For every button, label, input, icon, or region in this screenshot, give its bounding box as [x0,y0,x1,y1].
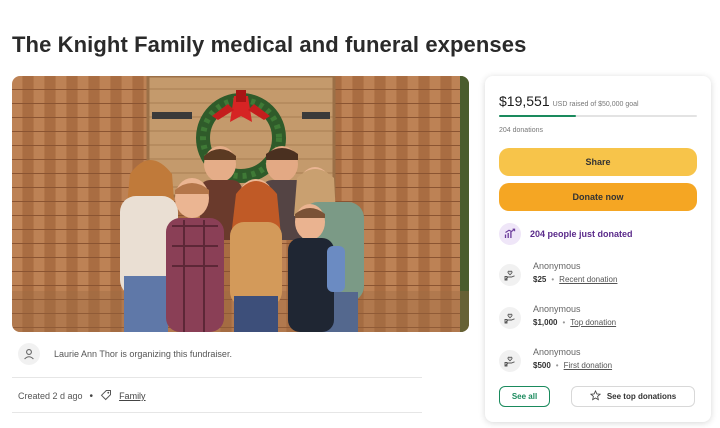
progress-bar [499,115,697,117]
trending-up-icon [499,223,521,245]
person-icon [18,343,40,365]
divider [12,412,422,413]
donations-count: 204 donations [499,127,543,134]
just-donated-text: 204 people just donated [530,229,633,239]
separator-dot: • [562,318,566,327]
see-all-button[interactable]: See all [499,386,550,407]
organizer-row: Laurie Ann Thor is organizing this fundr… [18,343,232,365]
donate-now-button[interactable]: Donate now [499,183,697,211]
page-title: The Knight Family medical and funeral ex… [12,32,527,57]
family-photo-illustration [12,76,469,332]
divider [12,377,422,378]
separator-dot: • [551,275,555,284]
share-button[interactable]: Share [499,148,697,176]
campaign-meta: Created 2 d ago • Family [18,389,146,403]
donor-amount: $25 [533,275,547,284]
donor-amount: $500 [533,361,551,370]
category-link[interactable]: Family [119,391,146,401]
donor-item: Anonymous $500 • First donation [499,346,612,373]
raised-goal-text: USD raised of $50,000 goal [552,101,639,108]
recent-activity: 204 people just donated [499,223,633,245]
donor-item: Anonymous $25 • Recent donation [499,260,617,287]
recent-donation-link[interactable]: Recent donation [559,273,617,287]
separator-dot: • [555,361,559,370]
progress-fill [499,115,577,117]
donation-hand-icon [499,264,521,286]
created-date: Created 2 d ago [18,391,83,401]
donor-amount: $1,000 [533,318,558,327]
donation-hand-icon [499,307,521,329]
raised-amount: $19,551 [499,93,550,109]
see-top-donations-button[interactable]: See top donations [571,386,695,407]
raised-summary: $19,551 USD raised of $50,000 goal [499,93,639,109]
donor-name: Anonymous [533,347,581,357]
top-donation-link[interactable]: Top donation [570,316,616,330]
donation-card: $19,551 USD raised of $50,000 goal 204 d… [485,76,711,422]
donor-name: Anonymous [533,304,581,314]
campaign-photo [12,76,469,332]
first-donation-link[interactable]: First donation [564,359,612,373]
donor-name: Anonymous [533,261,581,271]
see-top-donations-label: See top donations [606,392,677,401]
star-icon [589,389,601,403]
donor-item: Anonymous $1,000 • Top donation [499,303,616,330]
organizer-text: Laurie Ann Thor is organizing this fundr… [54,349,232,359]
donation-hand-icon [499,350,521,372]
tag-icon [100,389,112,403]
separator-dot: • [89,390,94,402]
